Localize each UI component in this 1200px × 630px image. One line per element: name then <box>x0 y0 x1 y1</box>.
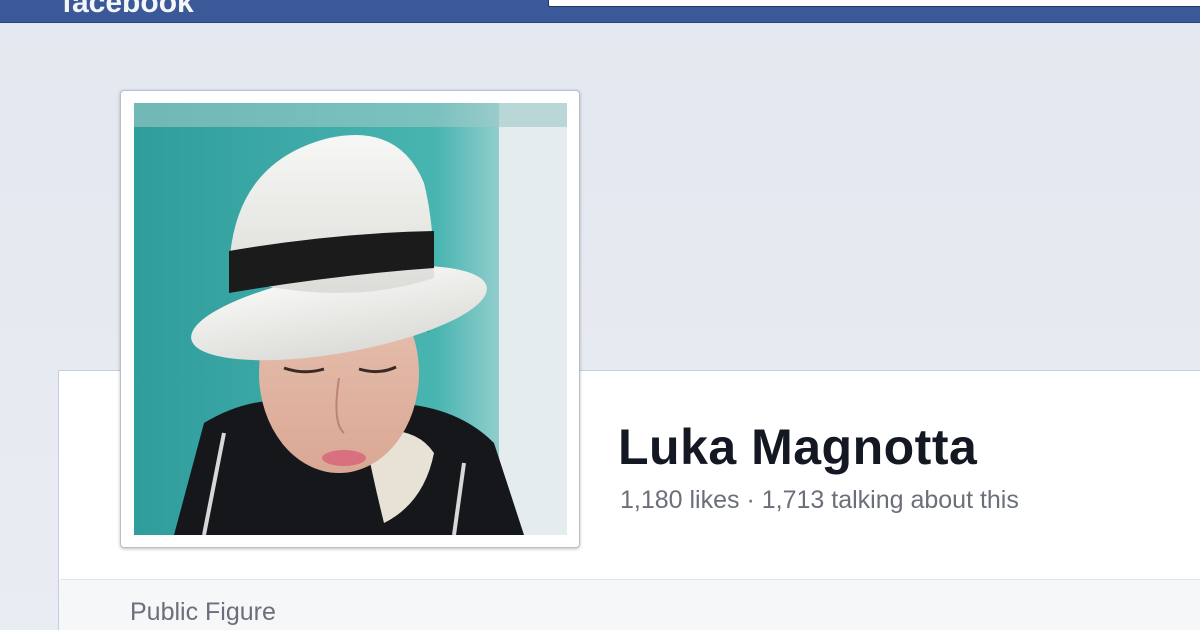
top-navigation-bar: facebook <box>0 0 1200 23</box>
page-title[interactable]: Luka Magnotta <box>618 418 977 476</box>
divider <box>60 579 1200 580</box>
facebook-page: facebook Luka Magnotta 1,180 likes · 1,7… <box>0 0 1200 630</box>
profile-photo-illustration <box>134 103 567 535</box>
facebook-logo[interactable]: facebook <box>62 0 194 20</box>
page-category[interactable]: Public Figure <box>130 598 276 627</box>
page-stats: 1,180 likes · 1,713 talking about this <box>620 486 1019 514</box>
search-input[interactable] <box>548 0 1200 7</box>
profile-picture[interactable] <box>134 103 567 535</box>
